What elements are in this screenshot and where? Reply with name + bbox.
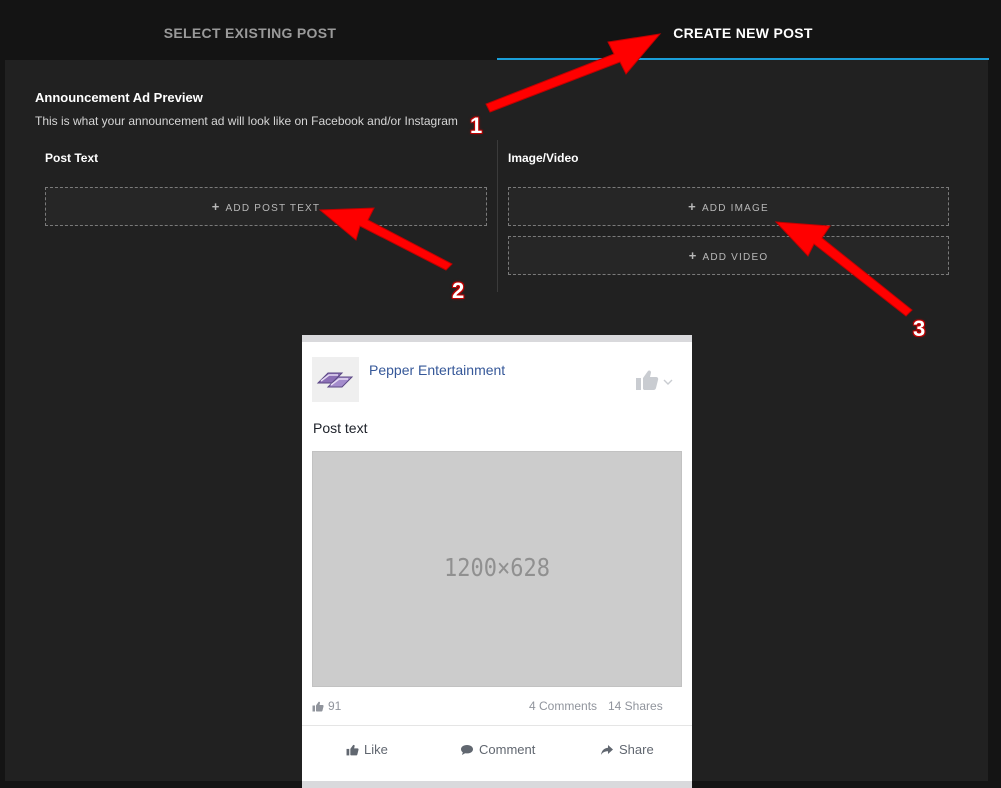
plus-icon: +	[688, 248, 698, 263]
comment-action-button[interactable]: Comment	[460, 742, 535, 757]
plus-icon: +	[688, 199, 697, 214]
tab-select-existing-post[interactable]: SELECT EXISTING POST	[0, 0, 500, 58]
preview-description: This is what your announcement ad will l…	[35, 114, 458, 128]
annotation-label-1: 1	[470, 113, 483, 138]
likes-value: 91	[328, 699, 342, 713]
card-bottom-bar	[302, 781, 692, 788]
comment-action-label: Comment	[479, 742, 536, 757]
plus-icon: +	[211, 199, 221, 214]
preview-heading: Announcement Ad Preview	[35, 90, 203, 105]
add-image-button[interactable]: + ADD IMAGE	[508, 187, 949, 226]
share-action-label: Share	[619, 742, 654, 757]
image-placeholder: 1200×628	[312, 451, 682, 687]
column-divider	[497, 140, 498, 292]
page-avatar	[312, 357, 359, 402]
thumbs-up-icon[interactable]	[635, 369, 659, 391]
thumbs-up-icon	[312, 701, 324, 712]
page-name-link[interactable]: Pepper Entertainment	[369, 362, 505, 378]
comment-icon	[461, 745, 473, 755]
post-text-title: Post Text	[45, 151, 99, 165]
image-placeholder-label: 1200×628	[444, 554, 550, 583]
like-action-label: Like	[364, 742, 388, 757]
like-action-button[interactable]: Like	[346, 742, 388, 757]
add-video-button[interactable]: + ADD VIDEO	[508, 236, 949, 275]
image-video-title: Image/Video	[508, 151, 579, 165]
shares-count[interactable]: 14 Shares	[608, 699, 663, 713]
create-post-panel: Announcement Ad Preview This is what you…	[5, 60, 988, 788]
tab-bar: SELECT EXISTING POST CREATE NEW POST	[0, 0, 1001, 60]
add-post-text-label: ADD POST TEXT	[225, 203, 321, 214]
chevron-down-icon[interactable]	[663, 374, 673, 385]
annotation-label-2: 2	[452, 278, 465, 303]
thumbs-up-icon	[346, 744, 359, 756]
share-action-button[interactable]: Share	[600, 742, 654, 757]
facebook-post-preview: Pepper Entertainment Post text 1200×628 …	[302, 335, 692, 788]
tab-create-new-post[interactable]: CREATE NEW POST	[497, 0, 989, 60]
share-icon	[601, 745, 613, 755]
likes-count: 91	[312, 699, 341, 713]
annotation-label-3: 3	[913, 316, 926, 341]
comments-count[interactable]: 4 Comments	[529, 699, 597, 713]
add-image-label: ADD IMAGE	[701, 203, 769, 214]
add-post-text-button[interactable]: + ADD POST TEXT	[45, 187, 487, 226]
actions-divider	[302, 725, 692, 726]
add-video-label: ADD VIDEO	[702, 252, 769, 263]
